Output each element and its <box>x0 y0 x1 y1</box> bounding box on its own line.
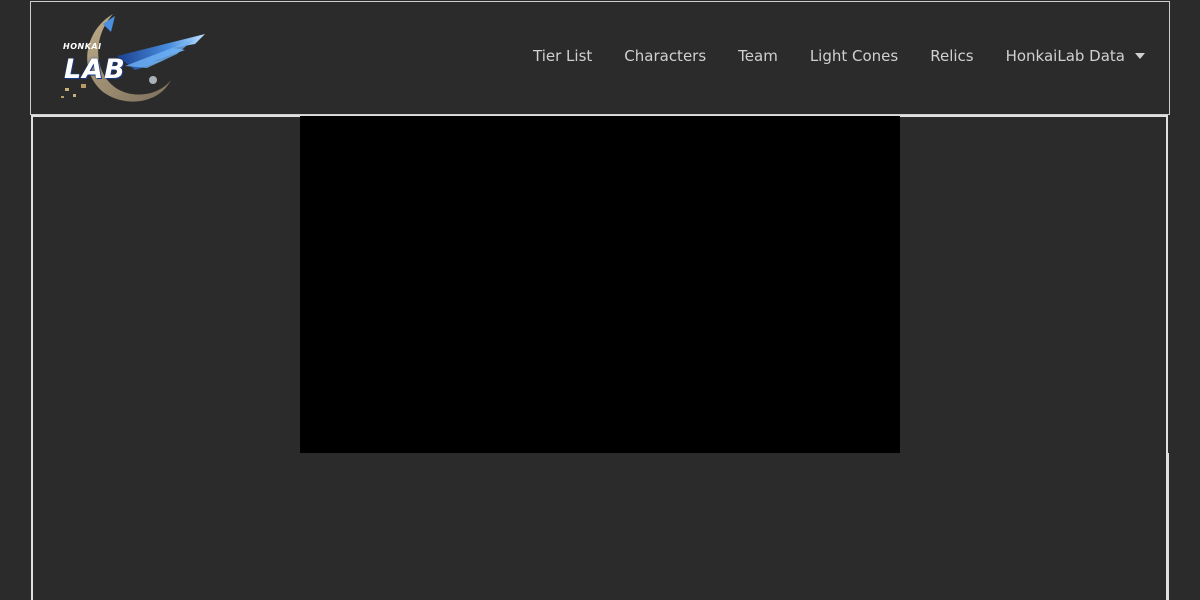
nav-team[interactable]: Team <box>738 46 778 66</box>
site-header: HONKAI LAB Tier List Characters Team Lig… <box>30 1 1170 115</box>
frame-border-right <box>1167 453 1169 600</box>
site-logo[interactable]: HONKAI LAB <box>55 10 207 106</box>
nav-honkailab-data-dropdown[interactable]: HonkaiLab Data <box>1006 46 1145 66</box>
nav-honkailab-data-label: HonkaiLab Data <box>1005 47 1125 65</box>
nav-relics[interactable]: Relics <box>930 46 973 66</box>
logo-subtitle: HONKAI <box>63 42 102 51</box>
logo-wordmark: LAB <box>64 54 126 85</box>
main-nav: Tier List Characters Team Light Cones Re… <box>533 46 1145 66</box>
video-embed[interactable] <box>300 116 900 453</box>
frame-border-left <box>31 453 33 600</box>
caret-down-icon <box>1135 53 1145 59</box>
nav-characters[interactable]: Characters <box>624 46 706 66</box>
nav-light-cones[interactable]: Light Cones <box>810 46 898 66</box>
nav-tier-list[interactable]: Tier List <box>533 46 592 66</box>
page: HONKAI LAB Tier List Characters Team Lig… <box>0 0 1200 600</box>
